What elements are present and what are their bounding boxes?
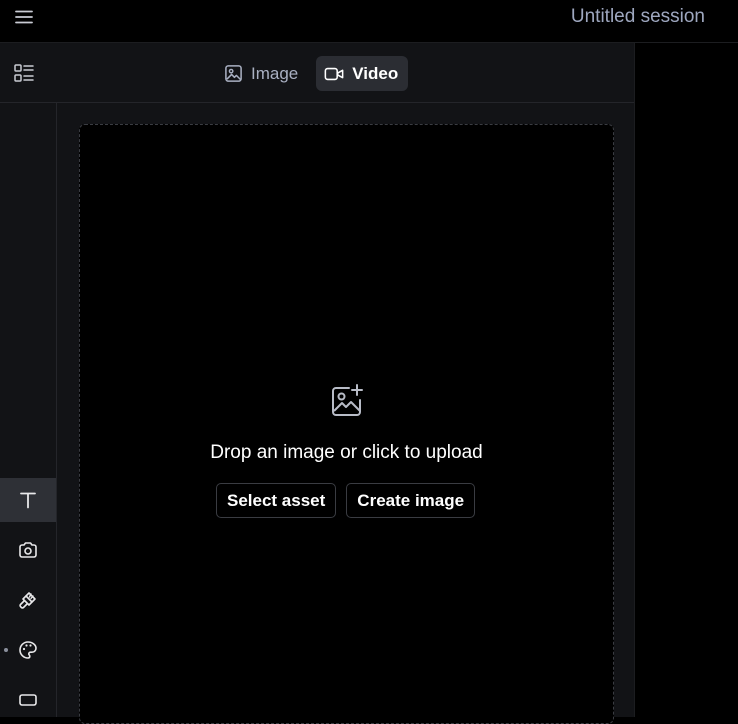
create-image-button[interactable]: Create image bbox=[346, 483, 476, 518]
top-bar: Untitled session bbox=[0, 0, 738, 43]
tab-video[interactable]: Video bbox=[316, 56, 409, 91]
text-tool[interactable] bbox=[0, 478, 56, 522]
rectangle-icon bbox=[19, 694, 37, 706]
mode-header: Image Video bbox=[0, 43, 634, 103]
tab-image[interactable]: Image bbox=[216, 56, 308, 91]
mode-tabs: Image Video bbox=[216, 56, 409, 91]
aspect-ratio-tool[interactable] bbox=[0, 678, 56, 722]
brush-tool[interactable] bbox=[0, 578, 56, 622]
tool-rail bbox=[0, 103, 57, 717]
upload-dropzone[interactable]: Drop an image or click to upload Select … bbox=[79, 124, 614, 724]
right-panel bbox=[634, 43, 738, 717]
brush-icon bbox=[19, 592, 36, 609]
hamburger-menu-icon bbox=[15, 10, 33, 24]
palette-indicator-dot bbox=[4, 648, 8, 652]
image-icon bbox=[225, 65, 242, 82]
camera-icon bbox=[19, 542, 37, 558]
dropzone-actions: Select asset Create image bbox=[216, 483, 476, 518]
video-icon bbox=[324, 67, 344, 80]
select-asset-button[interactable]: Select asset bbox=[216, 483, 337, 518]
workspace: Image Video Drop an image or click to up… bbox=[0, 43, 634, 724]
layers-button[interactable] bbox=[12, 61, 36, 85]
session-title[interactable]: Untitled session bbox=[571, 6, 705, 28]
layers-list-icon bbox=[14, 64, 34, 82]
camera-tool[interactable] bbox=[0, 528, 56, 572]
tab-video-label: Video bbox=[352, 63, 399, 83]
text-icon bbox=[20, 492, 36, 509]
dropzone-prompt: Drop an image or click to upload bbox=[210, 442, 483, 463]
image-plus-icon bbox=[329, 383, 365, 419]
tab-image-label: Image bbox=[251, 63, 299, 83]
palette-icon bbox=[19, 641, 37, 659]
menu-button[interactable] bbox=[12, 5, 36, 29]
palette-tool[interactable] bbox=[0, 628, 56, 672]
